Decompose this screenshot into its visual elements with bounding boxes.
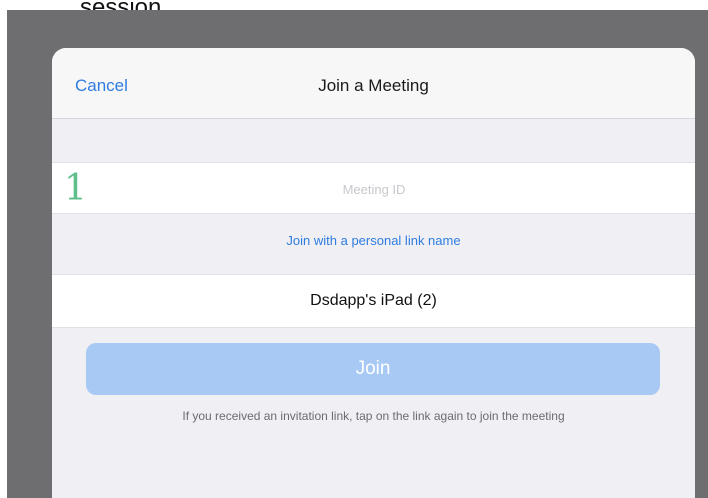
page-title: Join a Meeting [318, 76, 429, 95]
invitation-hint: If you received an invitation link, tap … [182, 409, 565, 423]
meeting-id-input[interactable] [112, 163, 636, 215]
meeting-id-row: 1 [52, 162, 695, 215]
join-button[interactable]: Join [86, 343, 660, 395]
navigation-bar: Cancel Join a Meeting [52, 48, 695, 119]
personal-link-button[interactable]: Join with a personal link name [52, 213, 695, 273]
annotation-number: 1 [64, 168, 87, 209]
display-name-field[interactable]: Dsdapp's iPad (2) [52, 274, 695, 328]
join-meeting-sheet: Cancel Join a Meeting 1 Join with a pers… [52, 48, 695, 498]
